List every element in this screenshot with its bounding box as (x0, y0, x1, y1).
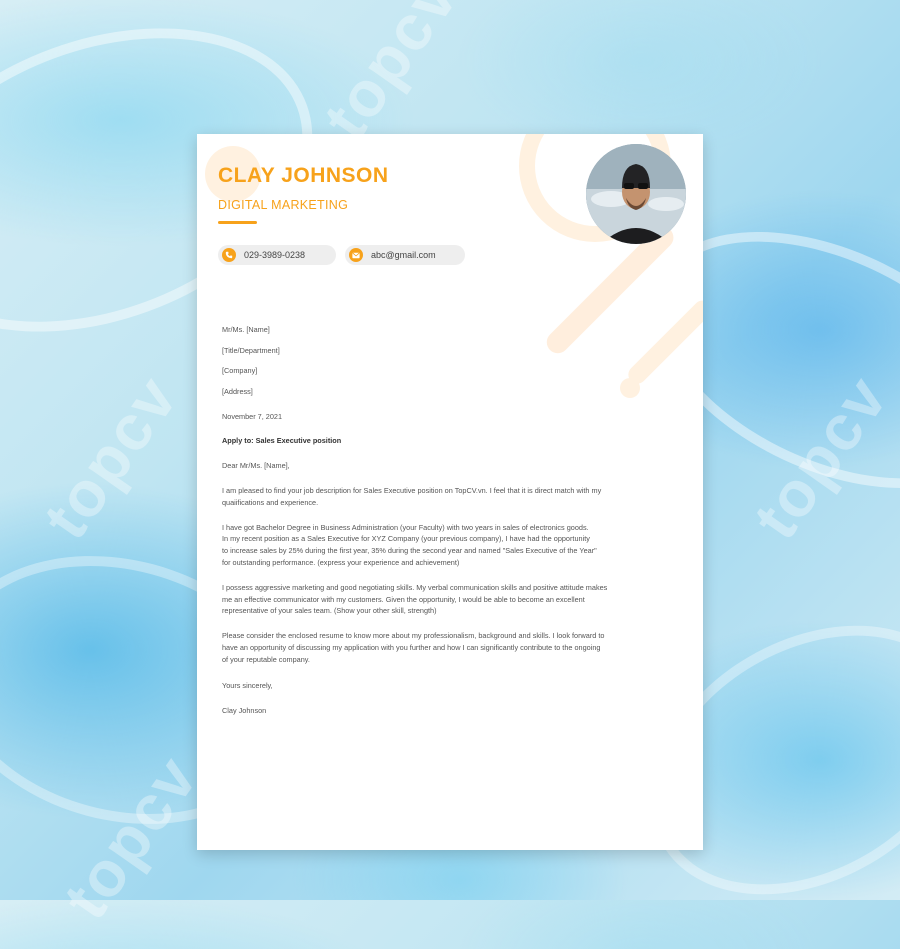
paragraph-line: representative of your sales team. (Show… (222, 606, 437, 616)
phone-icon (222, 248, 236, 262)
paragraph-line: have an opportunity of discussing my app… (222, 642, 601, 652)
paragraph-line: quaiifications and experience. (222, 497, 319, 507)
phone-number: 029-3989-0238 (244, 250, 306, 260)
applicant-role: DIGITAL MARKETING (218, 198, 349, 212)
paragraph-line: Please consider the enclosed resume to k… (222, 631, 605, 641)
phone-contact: 029-3989-0238 (218, 245, 336, 265)
letter-body: Mr/Ms. [Name] [Title/Department] [Compan… (222, 324, 652, 717)
paragraph-1: I am pleased to find your job descriptio… (222, 485, 652, 509)
avatar (586, 144, 686, 244)
email-contact: abc@gmail.com (345, 245, 465, 265)
envelope-icon (349, 248, 363, 262)
letter-subject: Apply to: Sales Executive position (222, 436, 342, 446)
watermark: topcv (29, 362, 192, 552)
letter-date: November 7, 2021 (222, 411, 283, 421)
recipient-company: [Company] (222, 366, 258, 376)
letter-greeting: Dear Mr/Ms. [Name], (222, 461, 290, 471)
paragraph-line: I have got Bachelor Degree in Business A… (222, 522, 589, 532)
recipient-address: [Address] (222, 386, 253, 396)
paragraph-2: I have got Bachelor Degree in Business A… (222, 522, 652, 569)
paragraph-line: I possess aggressive marketing and good … (222, 582, 608, 592)
watermark: topcv (309, 0, 472, 152)
paragraph-line: to increase sales by 25% during the firs… (222, 546, 597, 556)
paragraph-line: In my recent position as a Sales Executi… (222, 534, 590, 544)
paragraph-4: Please consider the enclosed resume to k… (222, 630, 652, 665)
paragraph-line: of your reputable company. (222, 654, 310, 664)
email-address: abc@gmail.com (371, 250, 436, 260)
paragraph-line: me an effective communicator with my cus… (222, 594, 585, 604)
recipient-title: [Title/Department] (222, 345, 280, 355)
role-underline (218, 221, 257, 224)
letter-signature: Clay Johnson (222, 706, 267, 716)
paragraph-line: for outstanding performance. (express yo… (222, 557, 460, 567)
cover-letter-page: CLAY JOHNSON DIGITAL MARKETING 029-3989-… (197, 134, 703, 850)
letter-closing: Yours sincerely, (222, 680, 273, 690)
paragraph-line: I am pleased to find your job descriptio… (222, 485, 602, 495)
recipient-name: Mr/Ms. [Name] (222, 325, 270, 334)
paragraph-3: I possess aggressive marketing and good … (222, 582, 652, 617)
applicant-name: CLAY JOHNSON (218, 164, 389, 187)
